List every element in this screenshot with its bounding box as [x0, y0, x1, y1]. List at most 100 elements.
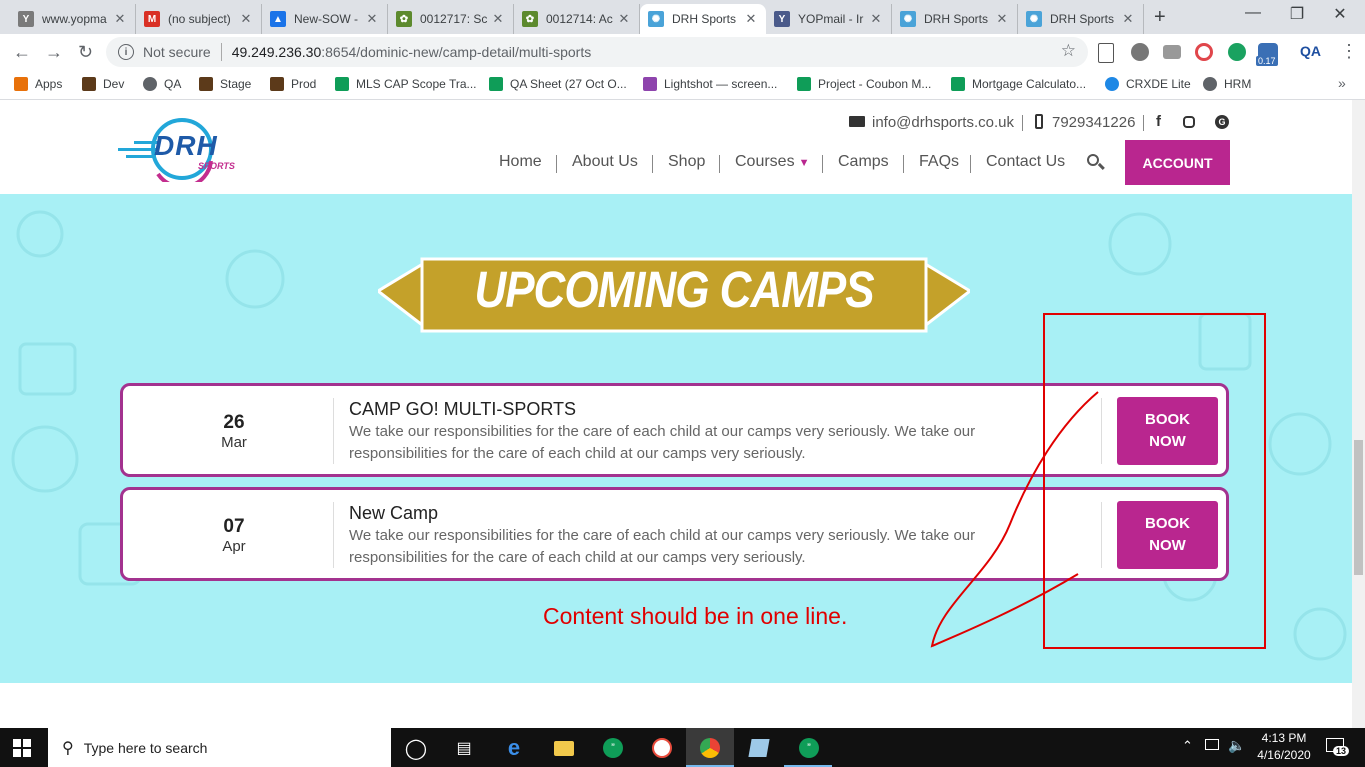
mantis-icon: ✿ [522, 11, 538, 27]
close-tab-icon[interactable]: ✕ [363, 11, 381, 27]
search-icon: ⚲ [62, 739, 74, 757]
close-window-icon[interactable]: ✕ [1320, 4, 1360, 24]
browser-tab[interactable]: ✺ DRH Sports ✕ [892, 4, 1018, 34]
close-tab-icon[interactable]: ✕ [615, 11, 633, 27]
browser-tab[interactable]: M (no subject) ✕ [136, 4, 262, 34]
clock-date[interactable]: 4/16/2020 [1252, 748, 1316, 762]
nav-shop[interactable]: Shop [668, 153, 705, 171]
notes-app-icon[interactable] [747, 736, 771, 760]
section-title: UPCOMING CAMPS [474, 262, 874, 319]
browser-tab[interactable]: ✺ DRH Sports ✕ [640, 4, 766, 34]
nav-camps[interactable]: Camps [838, 153, 889, 171]
bookmark-item[interactable]: Stage [199, 77, 251, 91]
browser-tab[interactable]: ✿ 0012714: Ac ✕ [514, 4, 640, 34]
bookmark-item[interactable]: Lightshot — screen... [643, 77, 777, 91]
security-label: Not secure [143, 44, 211, 60]
yopmail-icon: Y [774, 11, 790, 27]
taskbar-search-input[interactable]: ⚲ Type here to search [48, 728, 391, 767]
nav-courses[interactable]: Courses ▼ [735, 153, 809, 171]
bookmark-item[interactable]: Prod [270, 77, 316, 91]
network-icon[interactable] [1205, 739, 1219, 750]
show-hidden-icons-icon[interactable]: ⌃ [1182, 738, 1193, 754]
edge-icon[interactable]: e [502, 735, 526, 760]
cortana-icon[interactable]: ◯ [404, 736, 428, 760]
tab-title: DRH Sports [1050, 12, 1115, 26]
more-bookmarks-icon[interactable]: » [1338, 75, 1346, 91]
close-tab-icon[interactable]: ✕ [867, 11, 885, 27]
omnibox-divider [220, 43, 222, 61]
task-view-icon[interactable]: ▤ [452, 736, 476, 760]
bookmark-icon [199, 77, 213, 91]
close-tab-icon[interactable]: ✕ [993, 11, 1011, 27]
bookmark-star-icon[interactable]: ☆ [1061, 41, 1076, 61]
close-tab-icon[interactable]: ✕ [1119, 11, 1137, 27]
browser-tab[interactable]: Ywww.yopma ✕ [10, 4, 136, 34]
camp-title[interactable]: CAMP GO! MULTI-SPORTS [349, 399, 576, 420]
close-tab-icon[interactable]: ✕ [742, 11, 760, 27]
bookmark-item[interactable]: QA Sheet (27 Oct O... [489, 77, 627, 91]
bookmark-item[interactable]: CRXDE Lite [1105, 77, 1191, 91]
scrollbar-thumb[interactable] [1354, 440, 1363, 575]
gmail-icon: M [144, 11, 160, 27]
windows-start-icon[interactable] [10, 736, 34, 760]
mantis-icon: ✿ [396, 11, 412, 27]
site-header: DRH SPORTS info@drhsports.co.uk 79293412… [0, 100, 1365, 194]
browser-tab-strip: Ywww.yopma ✕ M (no subject) ✕ ▲ New-SOW - ✕ ✿ 001… [0, 0, 1365, 34]
document-ext-icon[interactable] [1098, 43, 1114, 63]
chrome-menu-icon[interactable]: ⋮ [1340, 41, 1358, 62]
nav-home[interactable]: Home [499, 153, 542, 171]
browser-tab[interactable]: Y YOPmail - Ir ✕ [766, 4, 892, 34]
page-scrollbar[interactable] [1352, 100, 1365, 728]
bookmark-label: Prod [291, 77, 317, 91]
bookmark-item[interactable]: Project - Coubon M... [797, 77, 931, 91]
account-button[interactable]: ACCOUNT [1125, 140, 1230, 185]
checklist-app-icon[interactable] [650, 736, 674, 760]
camera-ext-icon[interactable] [1163, 45, 1181, 59]
hangouts-icon[interactable]: ” [601, 736, 625, 760]
sheets-icon [951, 77, 965, 91]
contact-phone[interactable]: 7929341226 [1052, 114, 1135, 131]
volume-muted-icon[interactable]: 🔈 [1228, 737, 1245, 754]
google-plus-icon[interactable]: G [1215, 115, 1229, 129]
instagram-icon[interactable] [1183, 116, 1195, 128]
bookmark-item[interactable]: MLS CAP Scope Tra... [335, 77, 477, 91]
clock-time[interactable]: 4:13 PM [1258, 731, 1310, 745]
bookmark-item[interactable]: Mortgage Calculato... [951, 77, 1086, 91]
minimize-icon[interactable]: — [1233, 4, 1273, 22]
browser-tab[interactable]: ▲ New-SOW - ✕ [262, 4, 388, 34]
info-icon[interactable]: i [118, 44, 134, 60]
bookmark-item[interactable]: HRM [1203, 77, 1251, 91]
nav-separator [719, 155, 720, 173]
tab-title: (no subject) [168, 12, 231, 26]
drh-logo[interactable]: DRH SPORTS [118, 116, 246, 189]
circle-ext-icon[interactable] [1131, 43, 1149, 61]
maximize-icon[interactable]: ❐ [1277, 4, 1317, 24]
close-tab-icon[interactable]: ✕ [111, 11, 129, 27]
new-tab-button[interactable]: + [1154, 6, 1166, 29]
address-bar[interactable]: i Not secure 49.249.236.30:8654/dominic-… [106, 37, 1088, 67]
file-explorer-icon[interactable] [552, 736, 576, 760]
location-ext-icon[interactable] [1228, 43, 1246, 61]
facebook-icon[interactable]: f [1156, 113, 1161, 130]
qa-ext-icon[interactable]: QA [1300, 43, 1321, 59]
nav-faqs[interactable]: FAQs [919, 153, 959, 171]
bookmark-item[interactable]: QA [143, 77, 181, 91]
google-drive-icon: ▲ [270, 11, 286, 27]
camp-title[interactable]: New Camp [349, 503, 438, 524]
bookmark-item[interactable]: Apps [14, 77, 62, 91]
close-tab-icon[interactable]: ✕ [489, 11, 507, 27]
contact-email[interactable]: info@drhsports.co.uk [872, 114, 1014, 131]
bookmark-item[interactable]: Dev [82, 77, 124, 91]
nav-contact-us[interactable]: Contact Us [986, 153, 1065, 171]
browser-tab[interactable]: ✿ 0012717: Sc ✕ [388, 4, 514, 34]
forward-icon[interactable]: → [45, 42, 63, 63]
browser-tab[interactable]: ✺ DRH Sports ✕ [1018, 4, 1144, 34]
back-icon[interactable]: ← [13, 42, 31, 63]
nav-about-us[interactable]: About Us [572, 153, 638, 171]
spiral-ext-icon[interactable] [1195, 43, 1213, 61]
reload-icon[interactable]: ↻ [78, 42, 93, 63]
bookmark-label: MLS CAP Scope Tra... [356, 77, 477, 91]
nav-separator [556, 155, 557, 173]
drh-icon: ✺ [900, 11, 916, 27]
close-tab-icon[interactable]: ✕ [237, 11, 255, 27]
